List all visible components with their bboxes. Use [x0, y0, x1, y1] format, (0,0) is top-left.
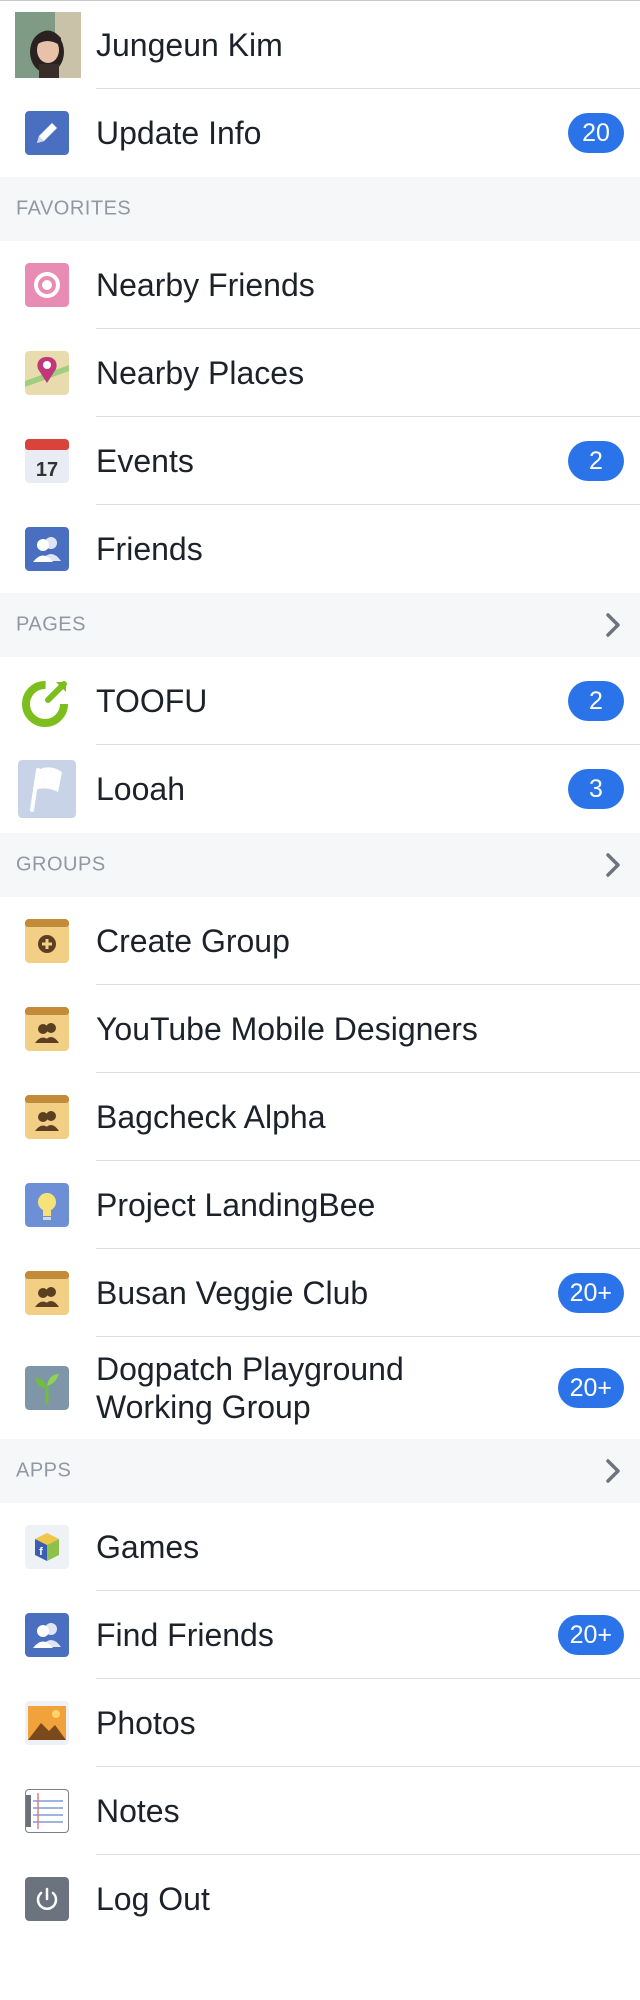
chevron-right-icon — [606, 853, 620, 877]
group-item-label: Dogpatch Playground Working Group — [96, 1351, 404, 1425]
favorite-item-friends[interactable]: Friends — [0, 505, 640, 593]
favorite-item-label: Events — [96, 443, 194, 479]
app-item-label: Find Friends — [96, 1617, 274, 1653]
group-item-youtube-mobile-designers[interactable]: YouTube Mobile Designers — [0, 985, 640, 1073]
favorite-item-label: Friends — [96, 531, 203, 567]
apps-section-header[interactable]: APPS — [0, 1439, 640, 1503]
update-info-label: Update Info — [96, 115, 262, 151]
photos-icon — [25, 1701, 69, 1745]
group-icon — [25, 1007, 69, 1051]
page-item-badge: 3 — [568, 769, 624, 809]
profile-name: Jungeun Kim — [96, 27, 283, 63]
group-item-label: Bagcheck Alpha — [96, 1099, 326, 1135]
groups-section-header[interactable]: GROUPS — [0, 833, 640, 897]
lightbulb-icon — [25, 1183, 69, 1227]
create-group-icon — [25, 919, 69, 963]
games-icon: f — [25, 1525, 69, 1569]
power-icon — [25, 1877, 69, 1921]
page-item-label: Looah — [96, 771, 185, 807]
page-item-looah[interactable]: Looah 3 — [0, 745, 640, 833]
app-item-notes[interactable]: Notes — [0, 1767, 640, 1855]
section-title: FAVORITES — [16, 197, 132, 220]
app-item-find-friends[interactable]: Find Friends 20+ — [0, 1591, 640, 1679]
section-title: GROUPS — [16, 853, 106, 876]
favorite-item-label: Nearby Places — [96, 355, 305, 391]
page-item-label: TOOFU — [96, 683, 208, 719]
app-item-photos[interactable]: Photos — [0, 1679, 640, 1767]
nearby-friends-icon — [25, 263, 69, 307]
section-title: PAGES — [16, 613, 86, 636]
group-item-badge: 20+ — [557, 1273, 624, 1313]
flag-icon — [18, 760, 76, 818]
page-item-toofu[interactable]: TOOFU 2 — [0, 657, 640, 745]
app-item-label: Games — [96, 1529, 200, 1565]
favorite-item-badge: 2 — [568, 441, 624, 481]
chevron-right-icon — [606, 613, 620, 637]
sprout-icon — [25, 1366, 69, 1410]
page-item-badge: 2 — [568, 681, 624, 721]
favorite-item-label: Nearby Friends — [96, 267, 315, 303]
app-item-label: Notes — [96, 1793, 180, 1829]
update-info-row[interactable]: Update Info 20 — [0, 89, 640, 177]
toofu-logo-icon — [18, 674, 72, 728]
group-item-label: Project LandingBee — [96, 1187, 376, 1223]
favorite-item-events[interactable]: 17 Events 2 — [0, 417, 640, 505]
app-item-label: Log Out — [96, 1881, 210, 1917]
app-item-badge: 20+ — [557, 1615, 624, 1655]
chevron-right-icon — [606, 1459, 620, 1483]
group-item-label: Busan Veggie Club — [96, 1275, 369, 1311]
profile-avatar — [15, 12, 81, 78]
group-icon — [25, 1095, 69, 1139]
group-item-badge: 20+ — [557, 1368, 624, 1408]
group-item-bagcheck-alpha[interactable]: Bagcheck Alpha — [0, 1073, 640, 1161]
app-item-log-out[interactable]: Log Out — [0, 1855, 640, 1943]
pencil-icon — [25, 111, 69, 155]
group-item-dogpatch-playground[interactable]: Dogpatch Playground Working Group 20+ — [0, 1337, 640, 1439]
calendar-icon: 17 — [25, 439, 69, 483]
friends-icon — [25, 527, 69, 571]
group-item-create-group[interactable]: Create Group — [0, 897, 640, 985]
app-item-games[interactable]: f Games — [0, 1503, 640, 1591]
group-item-label: YouTube Mobile Designers — [96, 1011, 478, 1047]
favorite-item-nearby-friends[interactable]: Nearby Friends — [0, 241, 640, 329]
calendar-icon-text: 17 — [36, 459, 58, 481]
favorites-section-header: FAVORITES — [0, 177, 640, 241]
group-icon — [25, 1271, 69, 1315]
pages-section-header[interactable]: PAGES — [0, 593, 640, 657]
nearby-places-icon — [25, 351, 69, 395]
notes-icon — [25, 1789, 69, 1833]
section-title: APPS — [16, 1459, 72, 1482]
profile-row[interactable]: Jungeun Kim — [0, 1, 640, 89]
group-item-busan-veggie-club[interactable]: Busan Veggie Club 20+ — [0, 1249, 640, 1337]
favorite-item-nearby-places[interactable]: Nearby Places — [0, 329, 640, 417]
group-item-label: Create Group — [96, 923, 290, 959]
update-info-badge: 20 — [568, 113, 624, 153]
navigation-menu: Jungeun Kim Update Info 20 FAVORITES Nea… — [0, 1, 640, 1943]
app-item-label: Photos — [96, 1705, 196, 1741]
find-friends-icon — [25, 1613, 69, 1657]
svg-text:f: f — [39, 1546, 43, 1558]
group-item-project-landingbee[interactable]: Project LandingBee — [0, 1161, 640, 1249]
